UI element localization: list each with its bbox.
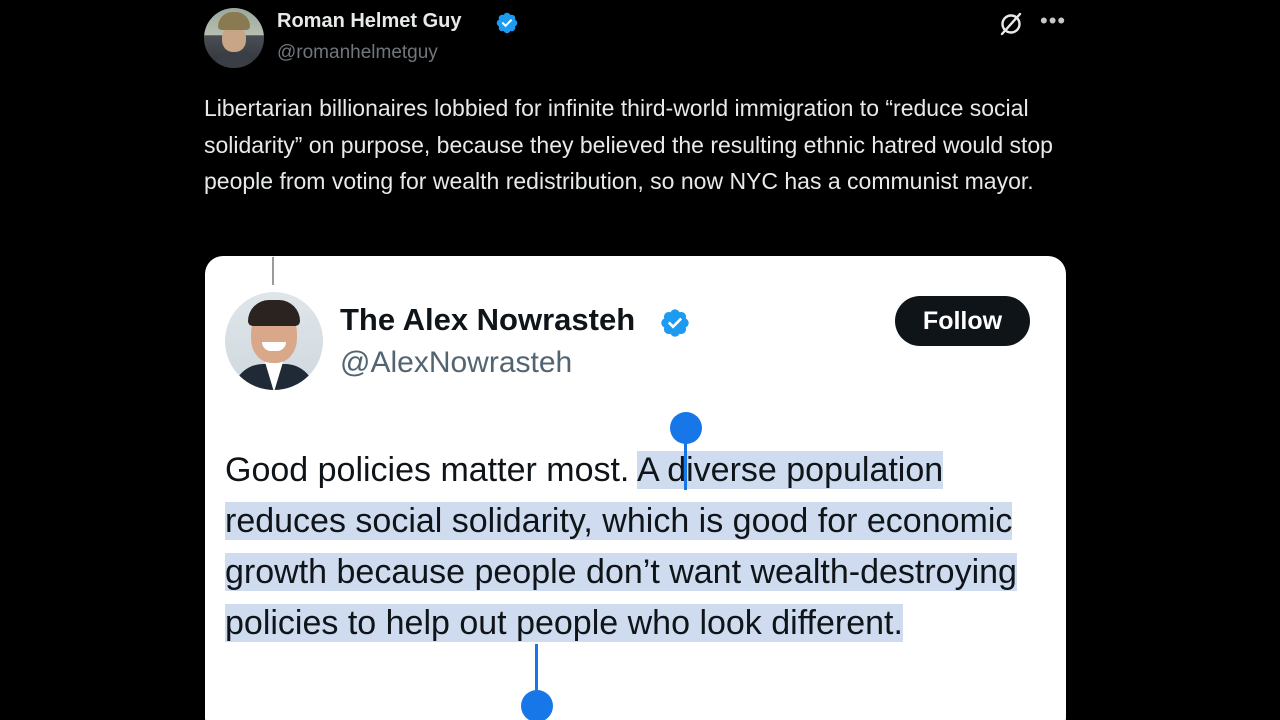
thread-connector-line: [272, 257, 274, 285]
avatar[interactable]: [204, 8, 264, 68]
selection-end-handle[interactable]: [521, 690, 553, 720]
unselected-text: Good policies matter most.: [225, 451, 637, 489]
author-handle[interactable]: @romanhelmetguy: [277, 42, 438, 64]
helmet-icon: [218, 12, 250, 30]
post-text: Libertarian billionaires lobbied for inf…: [204, 95, 1053, 194]
avatar-body-shape: [212, 52, 256, 68]
quoted-avatar[interactable]: [225, 292, 323, 390]
follow-button: Follow: [895, 296, 1030, 346]
post: Roman Helmet Guy @romanhelmetguy ••• Lib…: [0, 0, 1280, 720]
more-options-icon[interactable]: •••: [1040, 10, 1065, 36]
verified-badge-icon[interactable]: [495, 11, 519, 35]
selection-start-handle[interactable]: [670, 412, 702, 444]
verified-badge-icon: [661, 309, 689, 337]
quoted-display-name: The Alex Nowrasteh: [340, 302, 636, 337]
quoted-tweet-screenshot[interactable]: The Alex Nowrasteh @AlexNowrasteh Follow…: [205, 256, 1066, 720]
grok-icon[interactable]: [997, 10, 1025, 38]
author-display-name[interactable]: Roman Helmet Guy: [277, 10, 461, 33]
quoted-tweet-text: Good policies matter most. A diverse pop…: [225, 445, 1055, 649]
avatar-hair-shape: [248, 300, 300, 326]
quoted-handle: @AlexNowrasteh: [340, 346, 573, 379]
